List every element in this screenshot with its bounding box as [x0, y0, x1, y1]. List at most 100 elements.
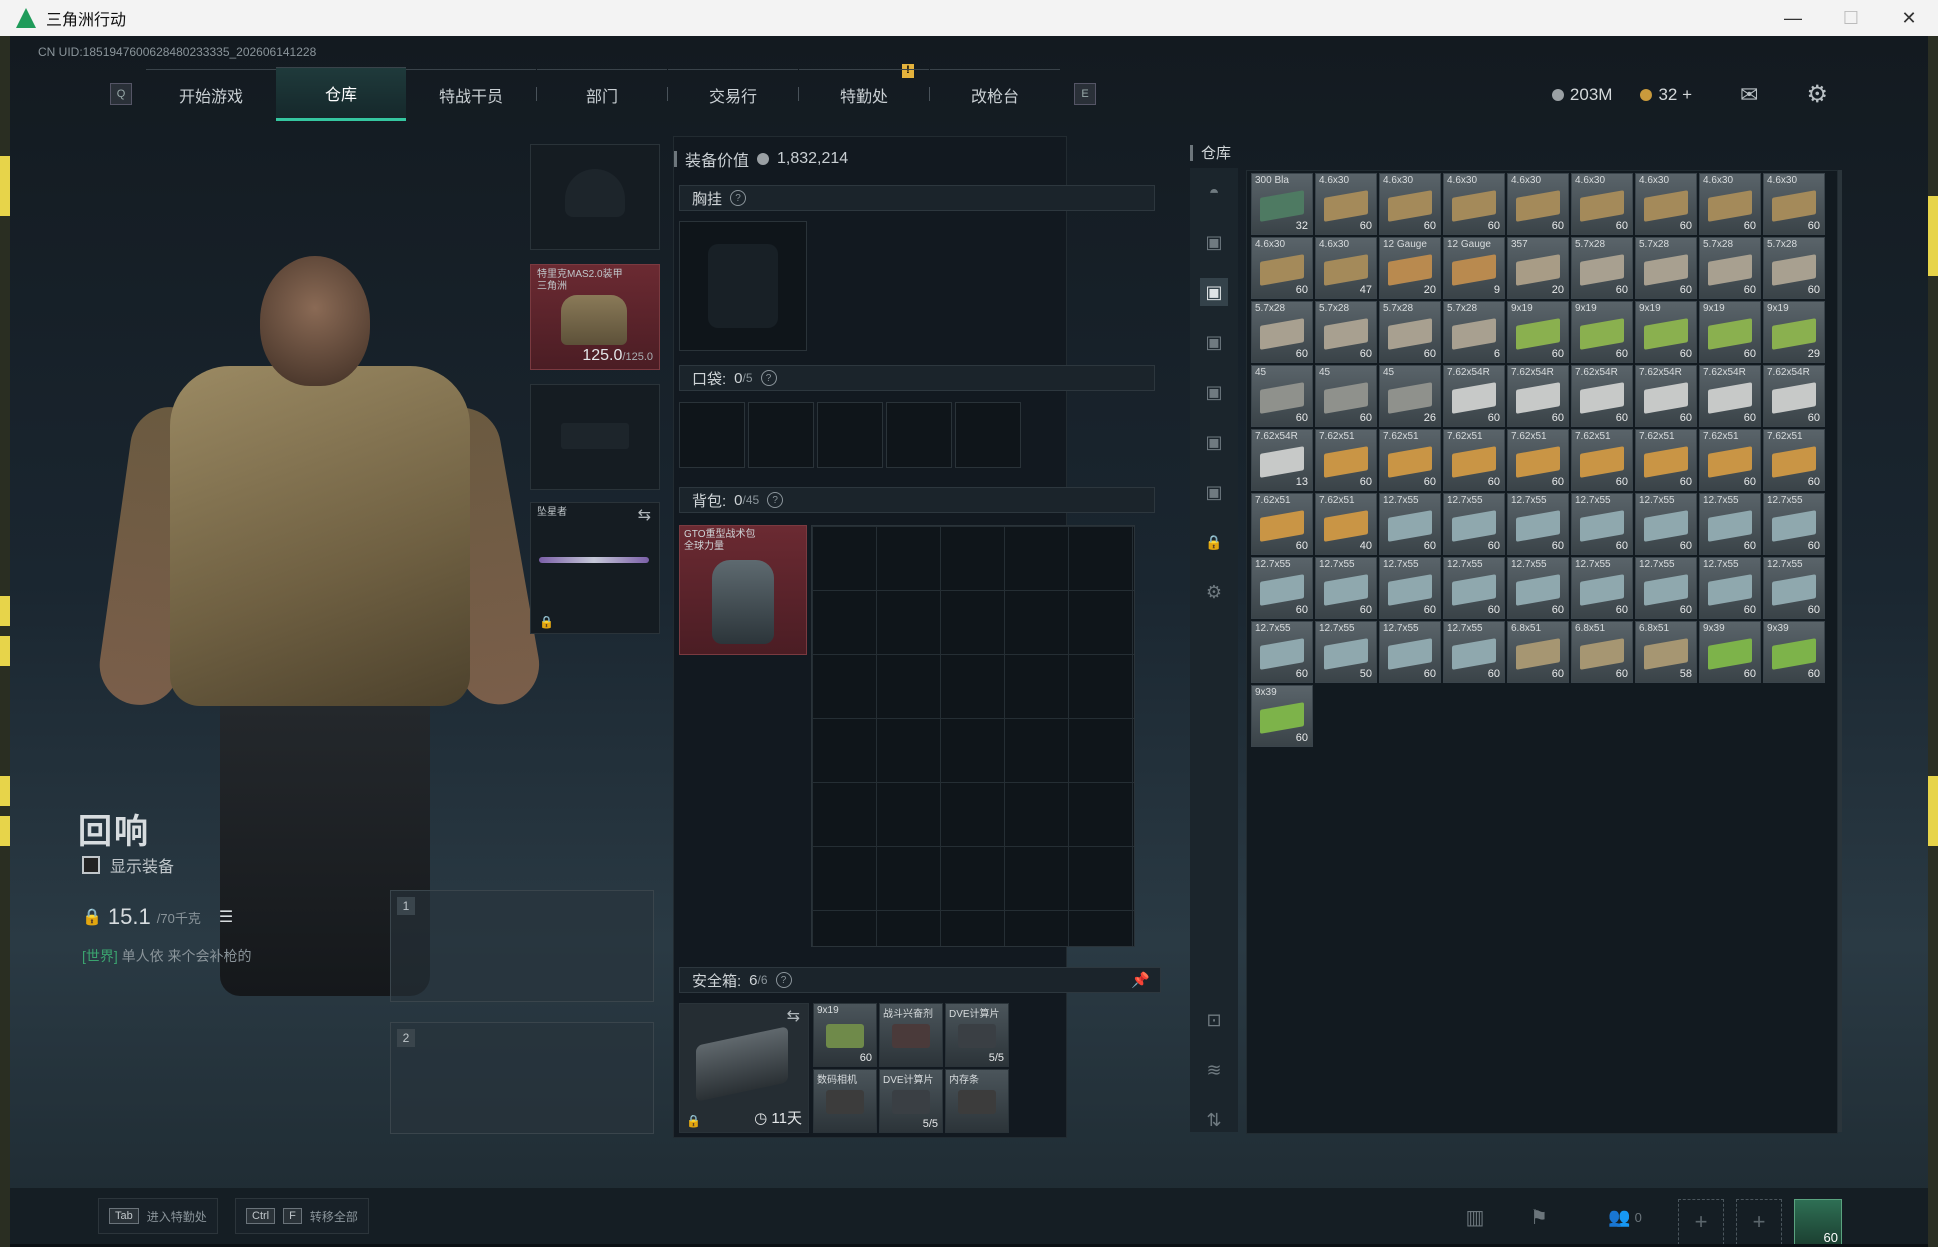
inventory-item[interactable]: 7.62x51 60 [1699, 429, 1761, 491]
inventory-item[interactable]: 12.7x55 60 [1443, 557, 1505, 619]
inventory-item[interactable]: 12.7x55 60 [1635, 493, 1697, 555]
inventory-item[interactable]: 12.7x55 60 [1763, 557, 1825, 619]
inventory-item[interactable]: 7.62x54R 60 [1443, 365, 1505, 427]
inventory-item[interactable]: 6.8x51 60 [1507, 621, 1569, 683]
inventory-item[interactable]: 5.7x28 60 [1699, 237, 1761, 299]
minimize-button[interactable]: — [1764, 0, 1822, 36]
backpack-grid[interactable] [811, 525, 1135, 947]
inventory-item[interactable]: 7.62x51 60 [1251, 493, 1313, 555]
inventory-item[interactable]: 9x19 60 [1571, 301, 1633, 363]
tab-trading[interactable]: 交易行 [668, 68, 798, 120]
inventory-item[interactable]: 7.62x51 60 [1763, 429, 1825, 491]
inventory-item[interactable]: 12.7x55 60 [1251, 557, 1313, 619]
inventory-item[interactable]: 7.62x54R 60 [1763, 365, 1825, 427]
inventory-item[interactable]: 300 Bla 32 [1251, 173, 1313, 235]
silver-currency[interactable]: 203M [1551, 85, 1612, 105]
party-slot-2[interactable]: + [1736, 1199, 1782, 1244]
inventory-item[interactable]: 12.7x55 60 [1379, 493, 1441, 555]
gold-currency[interactable]: 32 + [1640, 85, 1692, 105]
category-box-3-icon[interactable]: ▣ [1200, 328, 1228, 356]
inventory-item[interactable]: 12.7x55 60 [1251, 621, 1313, 683]
inventory-item[interactable]: 9x19 60 [1635, 301, 1697, 363]
inventory-item[interactable]: 45 60 [1251, 365, 1313, 427]
safe-box-item[interactable]: 9x19 60 [813, 1003, 877, 1067]
inventory-item[interactable]: 7.62x51 60 [1443, 429, 1505, 491]
tab-gunsmith[interactable]: 改枪台 [930, 68, 1060, 120]
pocket-cell[interactable] [955, 402, 1021, 468]
inventory-item[interactable]: 357 20 [1507, 237, 1569, 299]
inventory-item[interactable]: 12.7x55 60 [1315, 557, 1377, 619]
inventory-item[interactable]: 4.6x30 60 [1315, 173, 1377, 235]
pocket-cell[interactable] [817, 402, 883, 468]
chat-preview[interactable]: [世界] 单人依 来个会补枪的 [82, 946, 252, 966]
inventory-item[interactable]: 9x39 60 [1699, 621, 1761, 683]
safe-box-item[interactable]: 战斗兴奋剂 [879, 1003, 943, 1067]
inventory-item[interactable]: 5.7x28 60 [1315, 301, 1377, 363]
inventory-item[interactable]: 4.6x30 60 [1571, 173, 1633, 235]
inventory-item[interactable]: 6.8x51 58 [1635, 621, 1697, 683]
player-avatar[interactable]: 60 [1794, 1199, 1842, 1244]
stats-chart-icon[interactable]: ▥ [1460, 1202, 1490, 1232]
inventory-item[interactable]: 4.6x30 60 [1635, 173, 1697, 235]
inventory-item[interactable]: 12 Gauge 20 [1379, 237, 1441, 299]
safe-box-slot[interactable]: ⇆ 🔒 ◷ 11天 [679, 1003, 809, 1133]
inventory-item[interactable]: 12.7x55 60 [1507, 557, 1569, 619]
filter-icon[interactable]: ⊡ [1200, 1006, 1228, 1034]
inventory-item[interactable]: 12.7x55 60 [1699, 493, 1761, 555]
inventory-item[interactable]: 12.7x55 60 [1379, 557, 1441, 619]
maximize-button[interactable]: ☐ [1822, 0, 1880, 36]
tab-warehouse[interactable]: 仓库 [276, 67, 406, 121]
category-box-4-icon[interactable]: ▣ [1200, 378, 1228, 406]
safe-box-item[interactable]: 数码相机 [813, 1069, 877, 1133]
helmet-slot[interactable] [530, 144, 660, 250]
category-box-2-icon[interactable]: ▣ [1200, 278, 1228, 306]
category-box-5-icon[interactable]: ▣ [1200, 428, 1228, 456]
nav-next-key[interactable]: E [1074, 83, 1096, 105]
inventory-item[interactable]: 7.62x54R 60 [1507, 365, 1569, 427]
inventory-item[interactable]: 12.7x55 60 [1443, 621, 1505, 683]
inventory-item[interactable]: 12.7x55 60 [1763, 493, 1825, 555]
inventory-item[interactable]: 12.7x55 60 [1571, 557, 1633, 619]
armor-slot[interactable]: 特里克MAS2.0装甲 三角洲 125.0/125.0 [530, 264, 660, 370]
pocket-cell[interactable] [679, 402, 745, 468]
inventory-item[interactable]: 5.7x28 60 [1763, 237, 1825, 299]
inventory-item[interactable]: 7.62x51 60 [1635, 429, 1697, 491]
inventory-item[interactable]: 9x19 60 [1507, 301, 1569, 363]
mail-icon[interactable]: ✉ [1740, 82, 1758, 108]
inventory-item[interactable]: 4.6x30 60 [1379, 173, 1441, 235]
inventory-item[interactable]: 45 26 [1379, 365, 1441, 427]
inventory-item[interactable]: 5.7x28 60 [1379, 301, 1441, 363]
category-lock-icon[interactable]: 🔒 [1200, 528, 1228, 556]
inventory-item[interactable]: 4.6x30 60 [1443, 173, 1505, 235]
close-button[interactable]: ✕ [1880, 0, 1938, 36]
warehouse-scrollbar[interactable] [1838, 170, 1842, 1132]
inventory-item[interactable]: 5.7x28 60 [1251, 301, 1313, 363]
tab-operators[interactable]: 特战干员 [406, 68, 536, 120]
party-slot-1[interactable]: + [1678, 1199, 1724, 1244]
help-icon[interactable]: ? [760, 370, 777, 386]
inventory-item[interactable]: 7.62x51 60 [1379, 429, 1441, 491]
backpack-slot[interactable]: GTO重型战术包 全球力量 [679, 525, 807, 655]
inventory-item[interactable]: 12.7x55 60 [1443, 493, 1505, 555]
inventory-item[interactable]: 12.7x55 60 [1635, 557, 1697, 619]
inventory-item[interactable]: 12.7x55 60 [1379, 621, 1441, 683]
inventory-item[interactable]: 9x39 60 [1251, 685, 1313, 747]
category-box-6-icon[interactable]: ▣ [1200, 478, 1228, 506]
inventory-item[interactable]: 5.7x28 6 [1443, 301, 1505, 363]
primary-weapon-slot-2[interactable]: 2 [390, 1022, 654, 1134]
flag-icon[interactable]: ⚑ [1524, 1202, 1554, 1232]
inventory-item[interactable]: 7.62x51 60 [1571, 429, 1633, 491]
inventory-item[interactable]: 12.7x55 60 [1699, 557, 1761, 619]
inventory-item[interactable]: 45 60 [1315, 365, 1377, 427]
melee-slot[interactable]: 坠星者 ⇆ 🔒 [530, 502, 660, 634]
category-box-1-icon[interactable]: ▣ [1200, 228, 1228, 256]
inventory-item[interactable]: 9x19 60 [1699, 301, 1761, 363]
tab-department[interactable]: 部门 [537, 68, 667, 120]
inventory-item[interactable]: 4.6x30 60 [1699, 173, 1761, 235]
primary-weapon-slot-1[interactable]: 1 [390, 890, 654, 1002]
pocket-cell[interactable] [886, 402, 952, 468]
tab-start-game[interactable]: 开始游戏 [146, 68, 276, 120]
swap-icon[interactable]: ⇆ [638, 505, 651, 525]
chest-rig-slot[interactable] [679, 221, 807, 351]
sort-icon[interactable]: ⇅ [1200, 1106, 1228, 1134]
